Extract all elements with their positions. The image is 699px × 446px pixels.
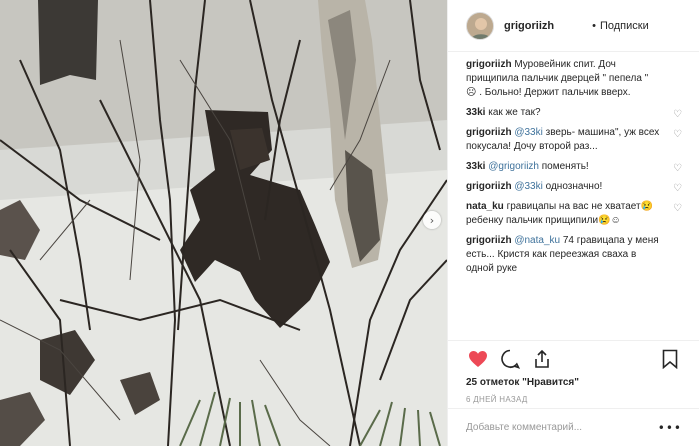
- chevron-right-icon: ›: [429, 213, 435, 227]
- comments-list[interactable]: grigoriizh Муровейник спит. Доч прищипил…: [448, 58, 699, 340]
- comment-username[interactable]: grigoriizh: [466, 127, 512, 138]
- post-actions: 25 отметок "Нравится" 6 ДНЕЙ НАЗАД: [448, 340, 699, 404]
- comment-item: grigoriizh @33ki однозначно! ♡: [466, 180, 682, 194]
- next-photo-button[interactable]: ›: [423, 211, 441, 229]
- heart-outline-icon[interactable]: ♡: [673, 128, 682, 142]
- post-photo[interactable]: ›: [0, 0, 447, 446]
- comment-username[interactable]: nata_ku: [466, 201, 504, 212]
- comment-mention[interactable]: @33ki: [514, 127, 543, 138]
- bookmark-icon[interactable]: [658, 347, 682, 371]
- separator-dot: •: [592, 19, 596, 32]
- heart-outline-icon[interactable]: ♡: [673, 202, 682, 216]
- comment-caption: grigoriizh Муровейник спит. Доч прищипил…: [466, 58, 682, 100]
- more-options-icon[interactable]: •••: [658, 421, 682, 435]
- likes-count[interactable]: 25 отметок "Нравится": [466, 377, 682, 388]
- comment-text: однозначно!: [545, 181, 603, 192]
- comment-mention[interactable]: @nata_ku: [514, 235, 560, 246]
- post-side-panel: grigoriizh • Подписки grigoriizh Муровей…: [447, 0, 699, 446]
- comment-text: как же так?: [488, 107, 541, 118]
- comment-item: 33ki как же так? ♡: [466, 106, 682, 120]
- comment-text: поменять!: [541, 161, 589, 172]
- forest-snow-image: [0, 0, 447, 446]
- comment-username[interactable]: grigoriizh: [466, 181, 512, 192]
- post-date[interactable]: 6 ДНЕЙ НАЗАД: [466, 395, 682, 404]
- following-button[interactable]: Подписки: [600, 20, 649, 32]
- comment-item: nata_ku гравицапы на вас не хватает😢ребе…: [466, 200, 682, 228]
- comment-mention[interactable]: @33ki: [514, 181, 543, 192]
- comment-item: grigoriizh @33ki зверь- машина", уж всех…: [466, 126, 682, 154]
- heart-outline-icon[interactable]: ♡: [673, 182, 682, 196]
- comment-username[interactable]: 33ki: [466, 107, 485, 118]
- header-username[interactable]: grigoriizh: [504, 20, 554, 32]
- comment-username[interactable]: grigoriizh: [466, 235, 512, 246]
- comment-bubble-icon[interactable]: [498, 347, 522, 371]
- comment-input[interactable]: [466, 422, 636, 433]
- heart-outline-icon[interactable]: ♡: [673, 108, 682, 122]
- add-comment-bar: •••: [448, 408, 699, 446]
- avatar-image: [467, 12, 493, 39]
- heart-outline-icon[interactable]: ♡: [673, 162, 682, 176]
- post-header: grigoriizh • Подписки: [448, 0, 699, 52]
- avatar[interactable]: [466, 11, 494, 40]
- action-icons-row: [466, 347, 682, 371]
- heart-filled-icon[interactable]: [466, 347, 490, 371]
- comment-item: 33ki @grigoriizh поменять! ♡: [466, 160, 682, 174]
- comment-username[interactable]: grigoriizh: [466, 59, 512, 70]
- comment-item: grigoriizh @nata_ku 74 гравицапа у меня …: [466, 234, 682, 276]
- comment-mention[interactable]: @grigoriizh: [488, 161, 539, 172]
- share-icon[interactable]: [530, 347, 554, 371]
- comment-username[interactable]: 33ki: [466, 161, 485, 172]
